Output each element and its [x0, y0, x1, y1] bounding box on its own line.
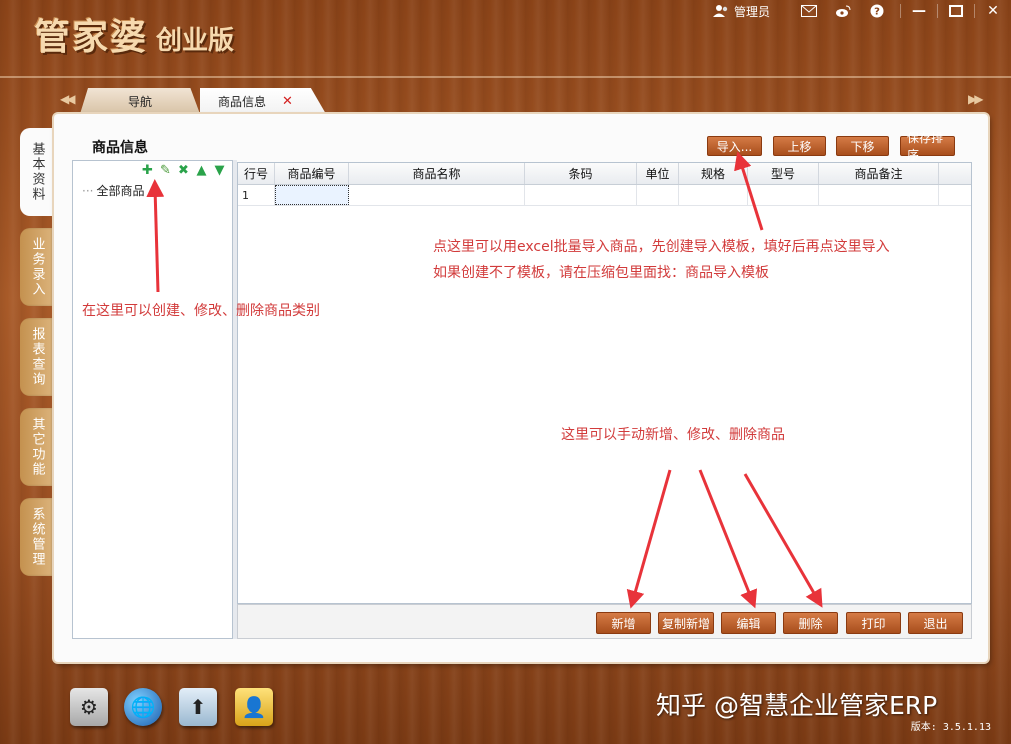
barcode-cell[interactable]: [525, 185, 637, 205]
tree-node-label: 全部商品: [96, 184, 145, 198]
upload-dock-icon[interactable]: ⬆: [179, 688, 217, 726]
column-header[interactable]: 商品名称: [349, 163, 525, 184]
product-code-cell[interactable]: [275, 185, 349, 205]
column-header[interactable]: 行号: [238, 163, 275, 184]
tab-label: 商品信息: [218, 94, 267, 109]
svg-text:?: ?: [874, 7, 880, 18]
edit-button[interactable]: 编辑: [721, 612, 776, 634]
close-window-icon[interactable]: ✕: [981, 2, 1005, 20]
column-header[interactable]: 单位: [637, 163, 679, 184]
move-down-button[interactable]: 下移: [836, 136, 889, 156]
product-grid: 行号 商品编号 商品名称 条码 单位 规格 型号 商品备注 1: [237, 162, 972, 604]
current-user[interactable]: 管理员: [704, 3, 770, 20]
contacts-dock-icon[interactable]: 👤: [235, 688, 273, 726]
side-tab-business-entry[interactable]: 业务录入: [20, 228, 54, 306]
import-annotation-line2: 如果创建不了模板，请在压缩包里面找：商品导入模板: [433, 265, 769, 281]
grid-header: 行号 商品编号 商品名称 条码 单位 规格 型号 商品备注: [238, 163, 971, 185]
tree-toolbar: ✚ ✎ ✖ ▲ ▼: [140, 163, 227, 178]
category-annotation: 在这里可以创建、修改、删除商品类别: [82, 303, 320, 319]
logo-main-text: 管家婆: [34, 16, 149, 58]
user-name: 管理员: [733, 4, 770, 19]
column-header[interactable]: 型号: [748, 163, 819, 184]
column-header[interactable]: 条码: [525, 163, 637, 184]
page-title: 商品信息: [92, 140, 148, 156]
settings-dock-icon[interactable]: ⚙: [70, 688, 108, 726]
model-cell[interactable]: [748, 185, 819, 205]
import-annotation: 点这里可以用excel批量导入商品，先创建导入模板，填好后再点这里导入 如果创建…: [433, 234, 890, 286]
move-down-category-icon[interactable]: ▼: [212, 163, 227, 178]
column-header[interactable]: 商品备注: [819, 163, 939, 184]
save-order-button[interactable]: 保存排序: [900, 131, 955, 162]
delete-category-icon[interactable]: ✖: [176, 163, 191, 178]
add-category-icon[interactable]: ✚: [140, 163, 155, 178]
watermark: 知乎 @智慧企业管家ERP: [656, 691, 938, 720]
print-button[interactable]: 打印: [846, 612, 901, 634]
side-tab-system-admin[interactable]: 系统管理: [20, 498, 54, 576]
separator: [937, 4, 938, 18]
help-icon[interactable]: ?: [868, 3, 886, 19]
separator: [974, 4, 975, 18]
header-divider: [0, 76, 1011, 78]
separator: [900, 4, 901, 18]
row-number-cell: 1: [238, 185, 275, 205]
unit-cell[interactable]: [637, 185, 679, 205]
scroll-right-icon[interactable]: ▶▶: [968, 92, 984, 106]
minimize-icon[interactable]: —: [907, 2, 931, 20]
category-tree: [72, 160, 233, 639]
move-up-category-icon[interactable]: ▲: [194, 163, 209, 178]
manual-annotation: 这里可以手动新增、修改、删除商品: [561, 427, 785, 443]
tree-connector: ···: [82, 184, 94, 198]
table-row[interactable]: 1: [238, 185, 971, 206]
column-header[interactable]: 规格: [679, 163, 748, 184]
tab-label: 导航: [127, 94, 152, 109]
delete-button[interactable]: 删除: [783, 612, 838, 634]
edit-category-icon[interactable]: ✎: [158, 163, 173, 178]
tab-product-info[interactable]: 商品信息 ✕: [200, 88, 326, 114]
remark-cell[interactable]: [819, 185, 939, 205]
mail-icon[interactable]: [800, 3, 818, 19]
app-logo: 管家婆 创业版: [34, 8, 235, 58]
globe-dock-icon[interactable]: 🌐: [124, 688, 162, 726]
tree-node-all-products[interactable]: ··· 全部商品: [82, 182, 144, 199]
move-up-button[interactable]: 上移: [773, 136, 826, 156]
import-annotation-line1: 点这里可以用excel批量导入商品，先创建导入模板，填好后再点这里导入: [433, 239, 890, 255]
tab-navigation[interactable]: 导航: [80, 88, 200, 114]
weibo-icon[interactable]: [834, 3, 852, 19]
tab-strip: ◀◀ 导航 商品信息 ✕ ▶▶: [0, 88, 1011, 114]
copy-add-button[interactable]: 复制新增: [658, 612, 714, 634]
maximize-icon[interactable]: [944, 2, 968, 20]
logo-sub-text: 创业版: [156, 26, 235, 56]
title-bar-controls: 管理员 ? — ✕: [704, 0, 1005, 22]
side-tab-reports[interactable]: 报表查询: [20, 318, 54, 396]
tab-close-icon[interactable]: ✕: [282, 94, 293, 109]
column-header[interactable]: 商品编号: [275, 163, 349, 184]
exit-button[interactable]: 退出: [908, 612, 963, 634]
side-tab-other-functions[interactable]: 其它功能: [20, 408, 54, 486]
add-button[interactable]: 新增: [596, 612, 651, 634]
scroll-left-icon[interactable]: ◀◀: [60, 92, 76, 106]
version-label: 版本: 3.5.1.13: [910, 722, 991, 733]
import-button[interactable]: 导入...: [707, 136, 762, 156]
product-name-cell[interactable]: [349, 185, 525, 205]
spec-cell[interactable]: [679, 185, 748, 205]
user-icon: [712, 3, 730, 19]
side-tab-basic-data[interactable]: 基本资料: [20, 128, 54, 216]
